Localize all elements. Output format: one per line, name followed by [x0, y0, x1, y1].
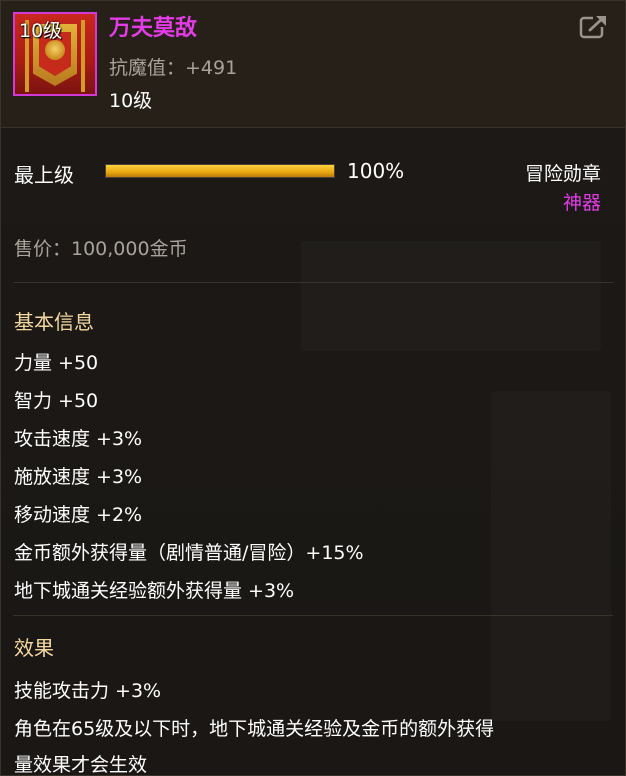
stat-move-speed: 移动速度 +2% [14, 504, 143, 526]
tiger-emblem-icon [45, 40, 65, 60]
banner-pole-right [81, 20, 85, 92]
stat-cast-speed: 施放速度 +3% [14, 466, 143, 488]
stat-exp-bonus: 地下城通关经验额外获得量 +3% [14, 580, 295, 602]
upgrade-progress-bar [105, 164, 335, 178]
item-tooltip: 10级 万夫莫敌 抗魔值：+491 10级 最上级 100% 冒险勋章 神器 售… [0, 0, 626, 776]
upgrade-progress-fill [106, 165, 334, 177]
effect-title: 效果 [14, 636, 54, 660]
share-external-icon[interactable] [579, 13, 609, 39]
upgrade-percent: 100% [347, 159, 405, 183]
divider [13, 282, 613, 283]
item-rarity: 神器 [562, 192, 601, 214]
effect-skill-attack: 技能攻击力 +3% [14, 680, 162, 702]
tooltip-header: 10级 万夫莫敌 抗魔值：+491 10级 [1, 1, 625, 128]
item-level: 10级 [109, 90, 153, 112]
effect-condition-line1: 角色在65级及以下时，地下城通关经验及金币的额外获得 [14, 718, 495, 740]
magic-resist-stat: 抗魔值：+491 [109, 57, 238, 79]
item-icon: 10级 [13, 12, 97, 96]
background-panel [301, 241, 601, 351]
stat-intelligence: 智力 +50 [14, 390, 99, 412]
background-panel [491, 391, 611, 721]
icon-level-label: 10级 [19, 20, 63, 42]
upgrade-label: 最上级 [14, 163, 74, 187]
item-name: 万夫莫敌 [109, 16, 198, 41]
item-category: 冒险勋章 [524, 163, 601, 185]
effect-condition-line2: 量效果才会生效 [14, 754, 148, 776]
divider [13, 615, 613, 616]
stat-attack-speed: 攻击速度 +3% [14, 428, 143, 450]
stat-strength: 力量 +50 [14, 352, 99, 374]
stat-gold-bonus: 金币额外获得量（剧情普通/冒险）+15% [14, 542, 364, 564]
sell-price: 售价：100,000金币 [14, 238, 188, 260]
basic-info-title: 基本信息 [14, 310, 94, 334]
